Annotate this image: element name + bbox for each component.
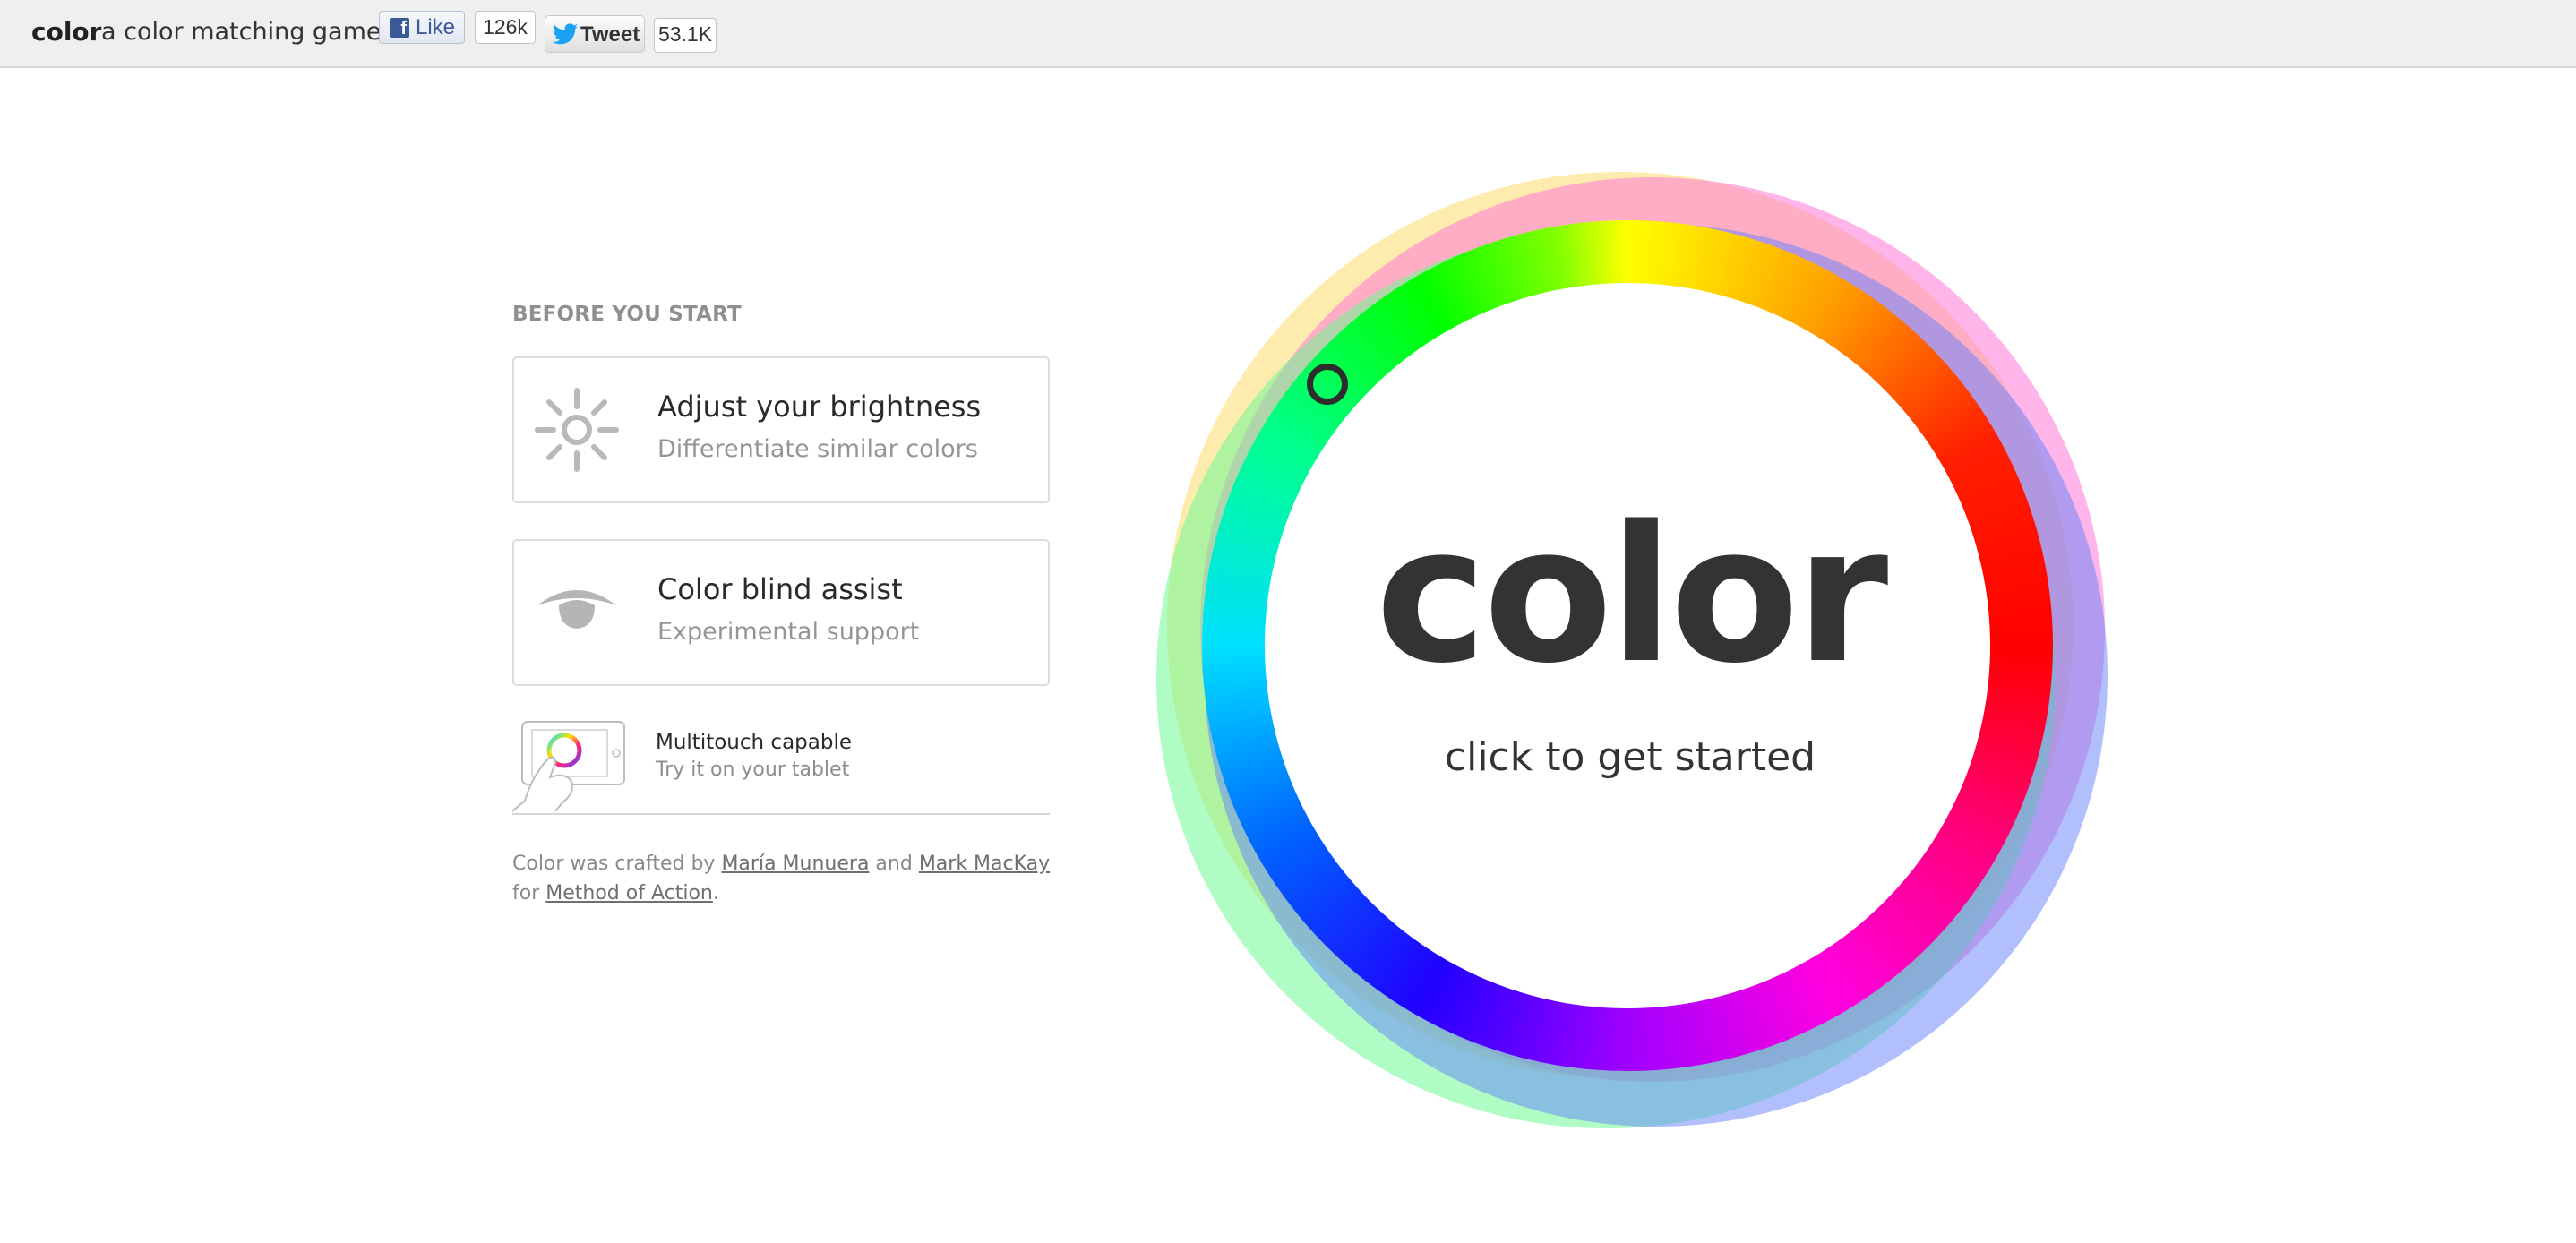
brightness-card: Adjust your brightness Differentiate sim…: [512, 356, 1050, 503]
twitter-bird-icon: [552, 23, 579, 45]
author-link-maria[interactable]: María Munuera: [721, 853, 869, 875]
section-title: BEFORE YOU START: [512, 303, 742, 326]
brightness-title: Adjust your brightness: [657, 390, 982, 424]
credits: Color was crafted by María Munuera and M…: [512, 849, 1068, 908]
tweet-count: 53.1K: [654, 18, 717, 53]
facebook-like-count: 126k: [475, 11, 536, 44]
credits-for: for: [512, 882, 540, 904]
brand-logo[interactable]: color: [31, 17, 101, 47]
facebook-like-label: Like: [416, 15, 456, 39]
facebook-icon: f: [390, 18, 409, 39]
company-link[interactable]: Method of Action: [545, 882, 713, 904]
multitouch-subtitle: Try it on your tablet: [656, 759, 850, 781]
tweet-label: Tweet: [580, 22, 640, 47]
eye-icon: [537, 590, 616, 629]
top-bar: color a color matching game f Like 126k …: [0, 0, 2576, 68]
start-prompt[interactable]: click to get started: [1151, 734, 2109, 780]
color-blind-subtitle: Experimental support: [657, 618, 920, 646]
tagline: a color matching game: [101, 18, 382, 46]
tablet-icon: [512, 721, 625, 812]
color-blind-card[interactable]: Color blind assist Experimental support: [512, 539, 1050, 686]
wheel-title: color: [1375, 485, 1889, 705]
credits-prefix: Color was crafted by: [512, 853, 716, 875]
multitouch-section: Multitouch capable Try it on your tablet: [512, 718, 1050, 815]
credits-and: and: [875, 853, 913, 875]
color-blind-title: Color blind assist: [657, 572, 903, 606]
sun-icon: [535, 388, 619, 472]
brightness-subtitle: Differentiate similar colors: [657, 435, 978, 463]
tweet-button[interactable]: Tweet: [545, 15, 645, 53]
hue-picker-handle[interactable]: [1307, 364, 1348, 405]
color-wheel-start[interactable]: color click to get started: [1151, 170, 2109, 1128]
credits-suffix: .: [712, 882, 719, 904]
facebook-like-button[interactable]: f Like: [379, 11, 465, 44]
author-link-mark[interactable]: Mark MacKay: [919, 853, 1050, 875]
multitouch-title: Multitouch capable: [656, 731, 852, 754]
